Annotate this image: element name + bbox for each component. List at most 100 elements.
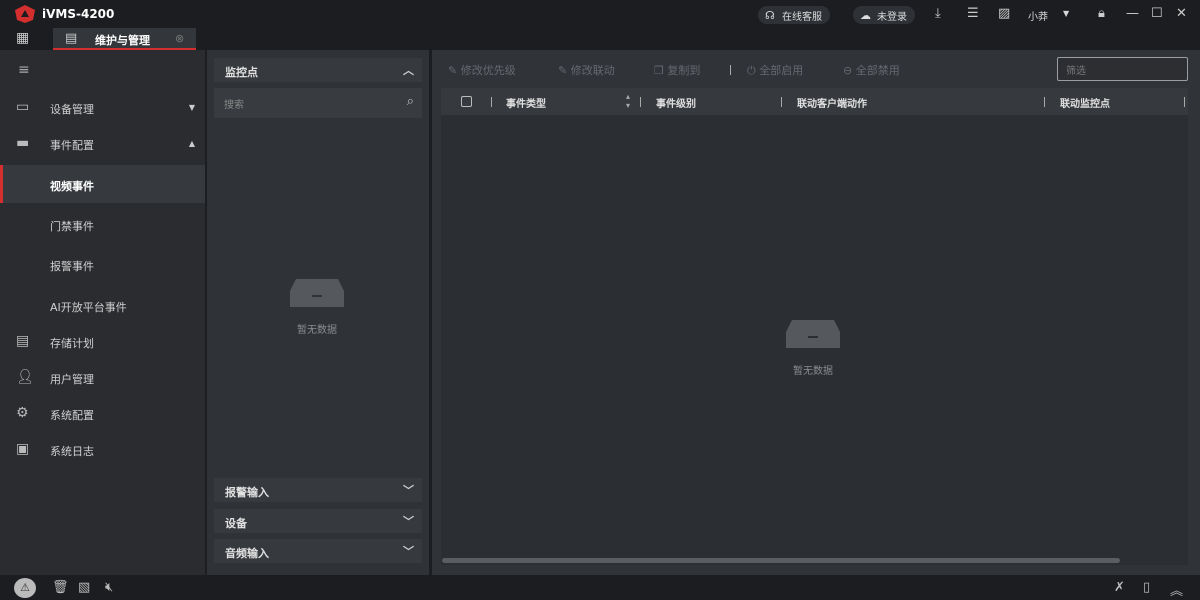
edit-icon: ✎ <box>558 64 568 77</box>
column-divider <box>491 97 492 107</box>
column-client-action[interactable]: 联动客户端动作 <box>797 95 867 110</box>
select-all-checkbox[interactable] <box>461 96 472 107</box>
list-icon[interactable]: ☰ <box>967 6 979 21</box>
chevron-down-icon: ▼ <box>188 103 195 112</box>
column-divider <box>640 97 641 107</box>
section-label: 报警输入 <box>225 486 269 499</box>
window-icon[interactable]: ▯ <box>1143 580 1150 595</box>
section-label: 监控点 <box>225 66 258 79</box>
monitor-icon[interactable]: ▨ <box>998 6 1010 21</box>
button-label: 修改联动 <box>570 64 615 77</box>
settings-panel-icon: ▤ <box>65 31 78 46</box>
button-label: 全部禁用 <box>855 64 900 77</box>
column-divider <box>781 97 782 107</box>
alarm-input-section[interactable]: 报警输入 ﹀ <box>214 478 422 502</box>
storage-icon: ▤ <box>16 333 30 349</box>
edit-priority-button[interactable]: ✎ 修改优先级 <box>448 62 516 78</box>
sidebar-item-video-event[interactable]: 视频事件 <box>0 165 205 203</box>
sidebar-item-label: 事件配置 <box>50 139 94 152</box>
audio-input-section[interactable]: 音频输入 ﹀ <box>214 539 422 563</box>
gear-icon: ⚙ <box>16 405 29 421</box>
disable-all-button[interactable]: ⊖ 全部禁用 <box>843 62 900 78</box>
headset-icon: ☊ <box>765 9 775 22</box>
sidebar: ≡ ▭ 设备管理 ▼ ▬ 事件配置 ▲ 视频事件 门禁事件 报警事件 AI开放平台事件 … <box>0 50 205 575</box>
column-event-type[interactable]: 事件类型 <box>506 95 546 110</box>
column-event-level[interactable]: 事件级别 <box>656 95 696 110</box>
empty-state-text: 暂无数据 <box>297 325 337 336</box>
log-icon: ▣ <box>16 441 30 457</box>
mute-icon[interactable]: 🔇︎ <box>105 580 113 595</box>
column-linked-camera[interactable]: 联动监控点 <box>1060 95 1110 110</box>
filter-input[interactable]: 筛选 <box>1057 57 1188 81</box>
sidebar-item-device[interactable]: ▭ 设备管理 ▼ <box>0 90 205 126</box>
login-label: 未登录 <box>877 12 907 23</box>
alarm-warning-icon[interactable]: ⚠ <box>14 578 36 598</box>
sidebar-item-label: 设备管理 <box>50 103 94 116</box>
table-empty-text: 暂无数据 <box>793 366 833 377</box>
chevron-up-icon: ︿ <box>403 64 414 77</box>
edit-linkage-button[interactable]: ✎ 修改联动 <box>558 62 615 78</box>
empty-tray-icon <box>786 320 840 348</box>
column-divider <box>1044 97 1045 107</box>
cloud-icon: ☁ <box>860 9 871 22</box>
sidebar-item-label: 存储计划 <box>50 337 94 350</box>
sidebar-item-label: 报警事件 <box>50 260 94 273</box>
device-icon: ▭ <box>16 99 30 115</box>
tab-maintenance[interactable]: ▤ 维护与管理 ⊗ <box>53 28 196 50</box>
event-icon: ▬ <box>16 135 30 151</box>
camera-section-header[interactable]: 监控点 ︿ <box>214 58 422 82</box>
camera-panel: 监控点 ︿ 报警输入 ﹀ 设备 ﹀ 音频输入 ﹀ <box>207 50 429 575</box>
enable-all-button[interactable]: ⏻ 全部启用 <box>747 62 803 78</box>
button-label: 全部启用 <box>759 64 804 77</box>
empty-tray-icon <box>290 279 344 307</box>
maximize-icon[interactable]: ☐ <box>1151 6 1163 21</box>
collapse-menu-icon[interactable]: ≡ <box>18 62 30 78</box>
app-title: iVMS-4200 <box>42 7 115 21</box>
copy-icon: ❐ <box>654 64 664 77</box>
trash-icon[interactable]: 🗑︎ <box>52 580 69 595</box>
support-label: 在线客服 <box>782 12 822 23</box>
sort-icon[interactable]: ▴ ▾ <box>626 92 630 110</box>
sidebar-item-label: 用户管理 <box>50 373 94 386</box>
horizontal-scrollbar[interactable] <box>442 558 1120 563</box>
sidebar-item-user[interactable]: 👤︎ 用户管理 <box>0 360 205 396</box>
camera-search-input[interactable]: 搜索 ⌕ <box>214 88 422 118</box>
power-icon: ⏻ <box>747 64 756 77</box>
sidebar-item-label: AI开放平台事件 <box>50 301 127 314</box>
user-icon: 👤︎ <box>16 369 34 385</box>
sidebar-item-ai-event[interactable]: AI开放平台事件 <box>0 288 205 324</box>
chevron-down-icon: ﹀ <box>403 545 414 558</box>
sidebar-item-alarm-event[interactable]: 报警事件 <box>0 247 205 283</box>
sidebar-item-storage[interactable]: ▤ 存储计划 <box>0 324 205 360</box>
user-dropdown-icon[interactable]: ▼ <box>1063 9 1069 18</box>
pin-icon[interactable]: ✗ <box>1114 580 1125 595</box>
app-logo-icon <box>15 5 35 23</box>
sidebar-item-access-event[interactable]: 门禁事件 <box>0 207 205 243</box>
chevron-down-icon: ﹀ <box>403 484 414 497</box>
sidebar-item-label: 系统配置 <box>50 409 94 422</box>
status-bar <box>0 575 1200 600</box>
device-section[interactable]: 设备 ﹀ <box>214 509 422 533</box>
grid-menu-icon[interactable]: ▦ <box>16 30 29 46</box>
tab-label: 维护与管理 <box>95 34 150 47</box>
button-label: 修改优先级 <box>460 64 516 77</box>
login-button[interactable]: ☁ 未登录 <box>853 6 915 24</box>
download-icon[interactable]: ⤓ <box>935 6 941 21</box>
title-bar <box>0 0 1200 28</box>
tab-close-icon[interactable]: ⊗ <box>175 32 184 45</box>
expand-up-icon[interactable]: ︽ <box>1170 580 1183 599</box>
sidebar-item-system-log[interactable]: ▣ 系统日志 <box>0 432 205 468</box>
sidebar-item-label: 系统日志 <box>50 445 94 458</box>
image-icon[interactable]: ▧ <box>78 580 90 595</box>
sidebar-item-label: 门禁事件 <box>50 220 94 233</box>
sidebar-item-event-config[interactable]: ▬ 事件配置 ▲ <box>0 126 205 162</box>
online-support-button[interactable]: ☊ 在线客服 <box>758 6 830 24</box>
lock-icon[interactable]: 🔒︎ <box>1098 6 1105 21</box>
close-icon[interactable]: ✕ <box>1176 6 1187 21</box>
sidebar-item-system-config[interactable]: ⚙ 系统配置 <box>0 396 205 432</box>
copy-to-button[interactable]: ❐ 复制到 <box>654 62 700 78</box>
table-header: 事件类型 ▴ ▾ 事件级别 联动客户端动作 联动监控点 <box>441 88 1188 115</box>
user-name[interactable]: 小莽 <box>1028 8 1048 23</box>
search-icon[interactable]: ⌕ <box>407 94 414 109</box>
minimize-icon[interactable]: — <box>1126 6 1139 21</box>
